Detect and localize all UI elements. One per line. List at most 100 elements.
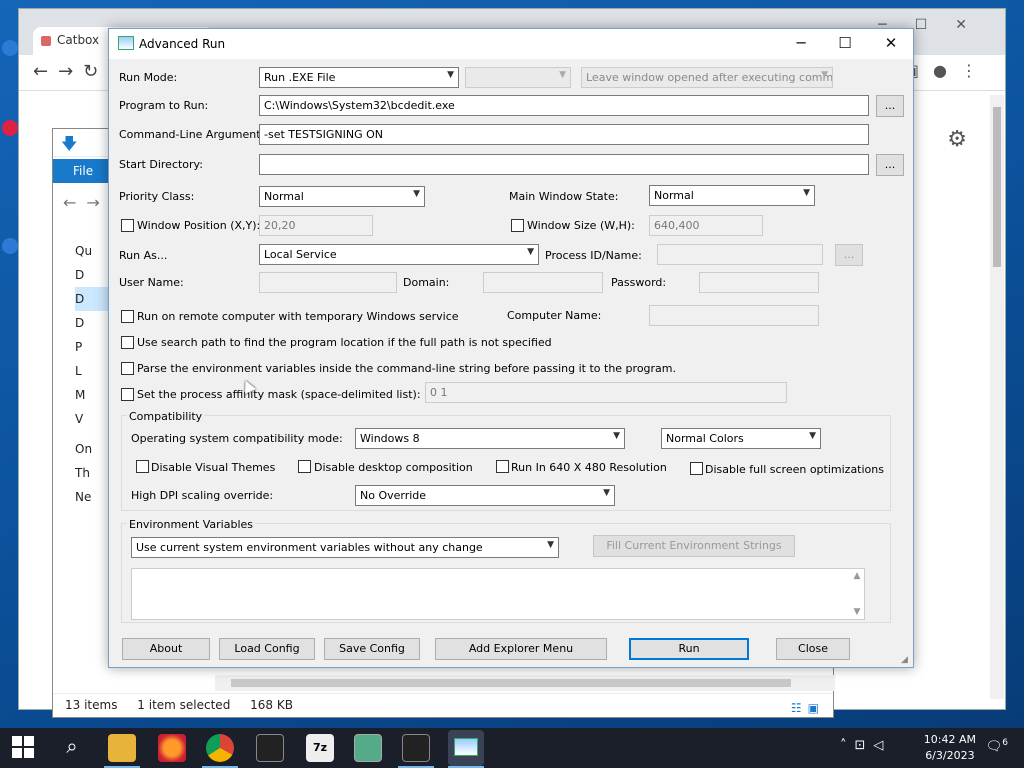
affinity-input: 0 1	[425, 382, 787, 403]
os-compat-select[interactable]: Windows 8 ▼	[355, 428, 625, 449]
fill-env-button: Fill Current Environment Strings	[593, 535, 795, 557]
disable-themes-label: Disable Visual Themes	[151, 461, 276, 474]
add-explorer-menu-button[interactable]: Add Explorer Menu	[435, 638, 607, 660]
taskbar: ⌕ 7z ˄⊡◁ 10:42 AM 6/3/2023 🗨6	[0, 728, 1024, 768]
chevron-down-icon: ▼	[803, 188, 810, 198]
main-window-state-select[interactable]: Normal ▼	[649, 185, 815, 206]
7zip-taskbar-icon[interactable]: 7z	[306, 734, 334, 762]
clock-time: 10:42 AM	[923, 733, 976, 746]
explorer-nav-icons[interactable]: ←→	[63, 193, 110, 212]
chrome-tab-title: Catbox	[57, 33, 100, 47]
explorer-file-tab[interactable]: File	[53, 159, 113, 183]
advanced-run-taskbar-icon[interactable]	[448, 730, 484, 766]
remote-label: Run on remote computer with temporary Wi…	[137, 310, 459, 323]
status-size: 168 KB	[250, 698, 293, 712]
close-icon[interactable]: ✕	[881, 34, 901, 52]
run-mode-secondary-select: ▼	[465, 67, 571, 88]
remote-checkbox[interactable]	[121, 310, 134, 323]
notification-icon[interactable]: 🗨6	[986, 738, 1008, 754]
chrome-scrollbar[interactable]	[990, 95, 1004, 699]
chevron-down-icon: ▼	[603, 488, 610, 498]
disable-composition-checkbox[interactable]	[298, 460, 311, 473]
affinity-label: Set the process affinity mask (space-del…	[137, 388, 421, 401]
run-640-label: Run In 640 X 480 Resolution	[511, 461, 667, 474]
app-taskbar-icon[interactable]	[354, 734, 382, 762]
domain-label: Domain:	[403, 276, 450, 289]
clock[interactable]: 10:42 AM 6/3/2023	[924, 732, 976, 764]
process-id-input	[657, 244, 823, 265]
search-icon[interactable]: ⌕	[58, 734, 86, 762]
start-dir-browse-button[interactable]: ...	[876, 154, 904, 176]
down-arrow-icon: 🡇	[61, 134, 78, 153]
dpi-select[interactable]: No Override ▼	[355, 485, 615, 506]
program-browse-button[interactable]: ...	[876, 95, 904, 117]
chevron-down-icon: ▼	[547, 540, 554, 550]
run-mode-label: Run Mode:	[119, 71, 178, 84]
terminal-taskbar-icon[interactable]	[402, 734, 430, 762]
scroll-down-icon[interactable]: ▼	[850, 607, 864, 617]
disable-themes-checkbox[interactable]	[136, 460, 149, 473]
chevron-down-icon: ▼	[447, 70, 454, 80]
status-selected: 1 item selected	[137, 698, 231, 712]
chevron-down-icon: ▼	[559, 70, 566, 80]
window-size-checkbox[interactable]	[511, 219, 524, 232]
priority-select[interactable]: Normal ▼	[259, 186, 425, 207]
about-button[interactable]: About	[122, 638, 210, 660]
chrome-nav-icons[interactable]: ←→↻	[33, 61, 108, 82]
start-dir-input[interactable]	[259, 154, 869, 175]
domain-input	[483, 272, 603, 293]
args-input[interactable]: -set TESTSIGNING ON	[259, 124, 869, 145]
env-strings-textarea[interactable]: ▲ ▼	[131, 568, 865, 620]
disable-fullscreen-checkbox[interactable]	[690, 462, 703, 475]
load-config-button[interactable]: Load Config	[219, 638, 315, 660]
terminal-taskbar-icon[interactable]	[256, 734, 284, 762]
search-path-label: Use search path to find the program loca…	[137, 336, 552, 349]
run-button[interactable]: Run	[629, 638, 749, 660]
disable-composition-label: Disable desktop composition	[314, 461, 473, 474]
run-640-checkbox[interactable]	[496, 460, 509, 473]
explorer-view-toggle-icons[interactable]: ☷▣	[791, 701, 825, 715]
window-size-label: Window Size (W,H):	[527, 219, 635, 232]
env-mode-select[interactable]: Use current system environment variables…	[131, 537, 559, 558]
affinity-checkbox[interactable]	[121, 388, 134, 401]
advanced-run-dialog: Advanced Run ─ ☐ ✕ Run Mode: Run .EXE Fi…	[108, 28, 914, 668]
windows-start-icon[interactable]	[12, 736, 34, 758]
window-position-checkbox[interactable]	[121, 219, 134, 232]
close-button[interactable]: Close	[776, 638, 850, 660]
resize-grip-icon[interactable]: ◢	[901, 655, 911, 665]
run-mode-select[interactable]: Run .EXE File ▼	[259, 67, 459, 88]
parse-env-label: Parse the environment variables inside t…	[137, 362, 676, 375]
search-path-checkbox[interactable]	[121, 336, 134, 349]
chevron-down-icon: ▼	[527, 247, 534, 257]
advanced-run-app-icon	[118, 36, 134, 50]
window-position-input: 20,20	[259, 215, 373, 236]
gear-icon[interactable]: ⚙	[947, 127, 967, 152]
chevron-down-icon: ▼	[413, 189, 420, 199]
leave-window-select: Leave window opened after executing comm…	[581, 67, 833, 88]
run-as-select[interactable]: Local Service ▼	[259, 244, 539, 265]
minimize-icon[interactable]: ─	[791, 34, 811, 52]
explorer-horizontal-scrollbar[interactable]	[215, 675, 835, 691]
chevron-down-icon: ▼	[809, 431, 816, 441]
firefox-taskbar-icon[interactable]	[158, 734, 186, 762]
dpi-label: High DPI scaling override:	[131, 489, 274, 502]
system-tray-icons[interactable]: ˄⊡◁	[840, 738, 891, 753]
notification-count: 6	[1002, 738, 1008, 748]
save-config-button[interactable]: Save Config	[324, 638, 420, 660]
password-input	[699, 272, 819, 293]
file-explorer-taskbar-icon[interactable]	[108, 734, 136, 762]
start-dir-label: Start Directory:	[119, 158, 203, 171]
scroll-up-icon[interactable]: ▲	[850, 571, 864, 581]
chrome-taskbar-icon[interactable]	[206, 734, 234, 762]
main-window-state-label: Main Window State:	[509, 190, 619, 203]
process-id-label: Process ID/Name:	[545, 249, 642, 262]
catbox-favicon-icon	[41, 36, 51, 46]
maximize-icon[interactable]: ☐	[835, 34, 855, 52]
chevron-down-icon: ▼	[821, 70, 828, 80]
explorer-status-bar: 13 items 1 item selected 168 KB	[53, 693, 833, 717]
color-mode-select[interactable]: Normal Colors ▼	[661, 428, 821, 449]
parse-env-checkbox[interactable]	[121, 362, 134, 375]
program-path-input[interactable]: C:\Windows\System32\bcdedit.exe	[259, 95, 869, 116]
chrome-profile-icons[interactable]: ▣●⋮	[904, 61, 991, 80]
env-textarea-scrollbar[interactable]: ▲ ▼	[850, 569, 864, 619]
